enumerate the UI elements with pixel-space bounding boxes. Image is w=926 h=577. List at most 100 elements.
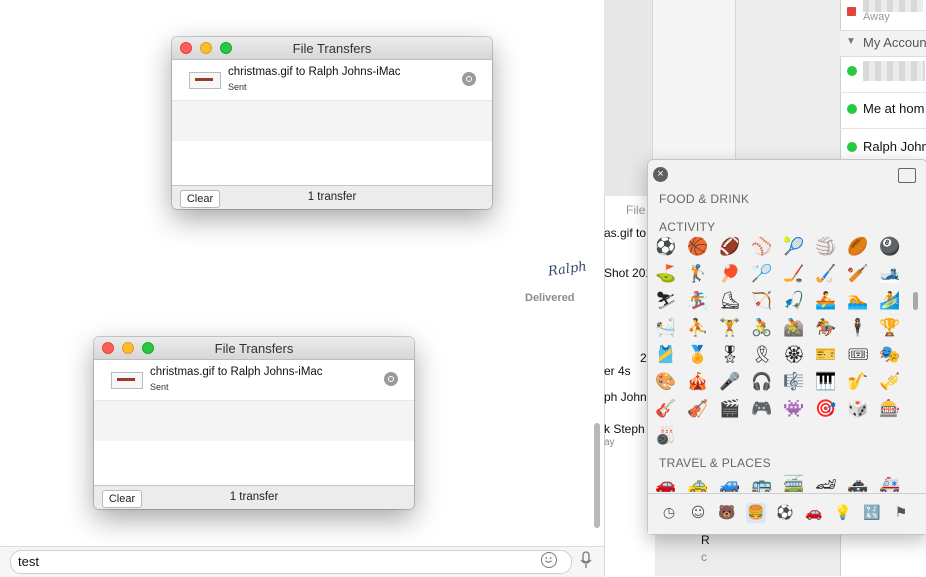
emoji-item[interactable]: 🎗 — [751, 344, 773, 366]
emoji-item[interactable]: 🎺 — [879, 371, 901, 393]
emoji-item[interactable]: 🎯 — [815, 398, 837, 420]
section-header-food: FOOD & DRINK — [659, 192, 750, 206]
emoji-item[interactable]: 🚌 — [751, 474, 773, 492]
flag-icon[interactable]: ⚑ — [891, 503, 911, 523]
emoji-item[interactable]: 🎮 — [751, 398, 773, 420]
smiley-icon[interactable]: ☺ — [688, 503, 708, 523]
emoji-item[interactable]: 🏀 — [687, 236, 709, 258]
emoji-item[interactable]: 🏸 — [751, 263, 773, 285]
emoji-item[interactable]: ⛹ — [687, 317, 709, 339]
buddy-name[interactable]: Ralph John — [863, 139, 926, 154]
emoji-item[interactable]: 🏒 — [783, 263, 805, 285]
transcript-scrollbar[interactable] — [594, 423, 600, 528]
clock-icon[interactable]: ◷ — [659, 503, 679, 523]
microphone-button[interactable] — [580, 551, 592, 570]
empty-row — [172, 141, 492, 181]
window-titlebar[interactable]: File Transfers — [172, 37, 492, 60]
emoji-item[interactable]: ⛷ — [655, 290, 677, 312]
close-icon[interactable]: × — [653, 167, 668, 182]
emoji-item[interactable]: 🎿 — [879, 263, 901, 285]
emoji-item[interactable]: 🎖 — [719, 344, 741, 366]
row-divider — [840, 92, 926, 93]
emoji-item[interactable]: 🚑 — [879, 474, 901, 492]
emoji-item[interactable]: 🏊 — [847, 290, 869, 312]
car-icon[interactable]: 🚗 — [804, 503, 824, 523]
emoji-item[interactable]: 🎾 — [783, 236, 805, 258]
reveal-in-finder-icon[interactable] — [384, 372, 398, 386]
emoji-item[interactable]: 🎪 — [687, 371, 709, 393]
emoji-item[interactable]: 🎹 — [815, 371, 837, 393]
emoji-item[interactable]: ⚽ — [655, 236, 677, 258]
emoji-item[interactable]: 🎣 — [783, 290, 805, 312]
emoji-item[interactable]: 🎱 — [879, 236, 901, 258]
emoji-item[interactable]: 🏌 — [687, 263, 709, 285]
emoji-item[interactable]: 🏄 — [879, 290, 901, 312]
buddy-name[interactable]: Me at hom — [863, 101, 924, 116]
emoji-item[interactable]: 🚙 — [719, 474, 741, 492]
emoji-item[interactable]: 🏇 — [815, 317, 837, 339]
blurred-name — [863, 61, 925, 81]
emoji-item[interactable]: 🎰 — [879, 398, 901, 420]
emoji-item[interactable]: 🎸 — [655, 398, 677, 420]
emoji-item[interactable]: 🎤 — [719, 371, 741, 393]
food-icon[interactable]: 🍔 — [746, 503, 766, 523]
emoji-item[interactable]: 🎨 — [655, 371, 677, 393]
message-input[interactable] — [10, 550, 572, 574]
emoji-item[interactable]: 🏏 — [847, 263, 869, 285]
emoji-item[interactable]: 🚕 — [687, 474, 709, 492]
emoji-button[interactable] — [541, 552, 557, 568]
emoji-item[interactable]: 🎬 — [719, 398, 741, 420]
emoji-item[interactable]: ⛸ — [719, 290, 741, 312]
animal-icon[interactable]: 🐻 — [717, 503, 737, 523]
emoji-item[interactable]: 🎷 — [847, 371, 869, 393]
emoji-item[interactable]: 🏵 — [783, 344, 805, 366]
emoji-item[interactable]: 🏎 — [815, 474, 837, 492]
emoji-item[interactable]: 🚎 — [783, 474, 805, 492]
transfer-row[interactable]: christmas.gif to Ralph Johns-iMac Sent — [94, 360, 414, 401]
emoji-item[interactable]: ⚾ — [751, 236, 773, 258]
transfer-row[interactable]: christmas.gif to Ralph Johns-iMac Sent — [172, 60, 492, 101]
character-viewer-icon[interactable] — [898, 168, 916, 183]
emoji-item[interactable]: 🏈 — [719, 236, 741, 258]
emoji-item[interactable]: 🚵 — [783, 317, 805, 339]
symbols-icon[interactable]: 🔣 — [862, 503, 882, 523]
file-transfers-window[interactable]: File Transfers christmas.gif to Ralph Jo… — [94, 337, 414, 509]
emoji-item[interactable]: 🏂 — [687, 290, 709, 312]
transfer-status: Sent — [150, 382, 169, 392]
emoji-item[interactable]: 🏅 — [687, 344, 709, 366]
message-input-value: test — [18, 554, 39, 569]
emoji-item[interactable]: 🎻 — [687, 398, 709, 420]
emoji-item[interactable]: 🚗 — [655, 474, 677, 492]
emoji-scrollbar[interactable] — [913, 292, 918, 310]
emoji-item[interactable]: 🎟 — [847, 344, 869, 366]
emoji-item[interactable]: 🎽 — [655, 344, 677, 366]
ball-icon[interactable]: ⚽ — [775, 503, 795, 523]
bulb-icon[interactable]: 💡 — [833, 503, 853, 523]
emoji-item[interactable]: 🛀 — [655, 317, 677, 339]
emoji-item[interactable]: 🚓 — [847, 474, 869, 492]
emoji-item[interactable]: 🏐 — [815, 236, 837, 258]
emoji-item[interactable]: 🎼 — [783, 371, 805, 393]
emoji-item[interactable]: 🏹 — [751, 290, 773, 312]
emoji-item[interactable]: 👾 — [783, 398, 805, 420]
emoji-item[interactable]: 🎲 — [847, 398, 869, 420]
emoji-item[interactable]: 🏉 — [847, 236, 869, 258]
emoji-item[interactable]: 🎭 — [879, 344, 901, 366]
emoji-item[interactable]: ⛳ — [655, 263, 677, 285]
emoji-item[interactable]: 🏓 — [719, 263, 741, 285]
emoji-item[interactable]: 🎧 — [751, 371, 773, 393]
reveal-in-finder-icon[interactable] — [462, 72, 476, 86]
window-titlebar[interactable]: File Transfers — [94, 337, 414, 360]
emoji-item[interactable]: 🎳 — [655, 425, 677, 447]
emoji-item[interactable]: 🏆 — [879, 317, 901, 339]
background-text: ay — [604, 437, 615, 448]
emoji-item[interactable]: 🎫 — [815, 344, 837, 366]
disclosure-triangle-icon[interactable]: ▼ — [846, 36, 856, 47]
emoji-item[interactable]: 🚴 — [751, 317, 773, 339]
emoji-item[interactable]: 🚣 — [815, 290, 837, 312]
emoji-item[interactable]: 🏑 — [815, 263, 837, 285]
status-available-icon — [847, 142, 857, 152]
emoji-item[interactable]: 🕴 — [847, 317, 869, 339]
file-transfers-window[interactable]: File Transfers christmas.gif to Ralph Jo… — [172, 37, 492, 209]
emoji-item[interactable]: 🏋 — [719, 317, 741, 339]
